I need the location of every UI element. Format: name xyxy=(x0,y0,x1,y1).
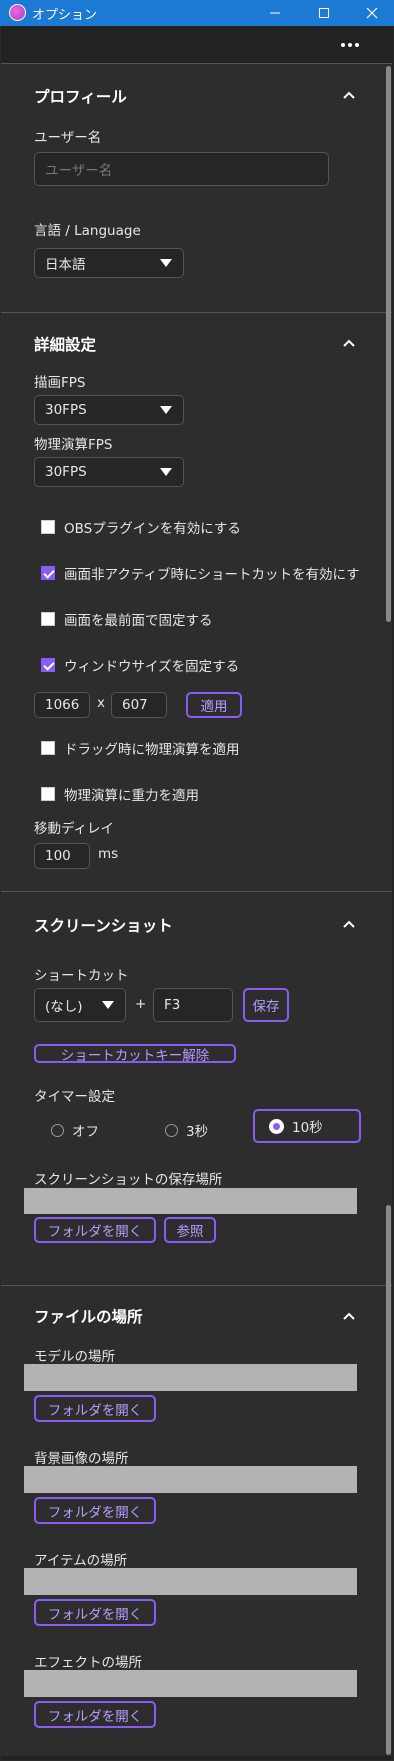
move-delay-input[interactable]: 100 xyxy=(34,843,90,869)
checkbox-label: ウィンドウサイズを固定する xyxy=(64,659,240,675)
physics-fps-label: 物理演算FPS xyxy=(34,437,113,453)
checkbox-label: ドラッグ時に物理演算を適用 xyxy=(64,742,240,758)
fix-window-size-checkbox[interactable]: ウィンドウサイズを固定する xyxy=(41,655,239,675)
item-location-field[interactable] xyxy=(24,1568,357,1595)
advanced-title: 詳細設定 xyxy=(34,336,97,354)
collapse-chevron-icon[interactable] xyxy=(342,919,356,929)
background-location-label: 背景画像の場所 xyxy=(34,1451,129,1467)
open-model-folder-button[interactable]: フォルダを開く xyxy=(34,1395,156,1422)
maximize-button[interactable] xyxy=(302,0,346,26)
timer-3s-radio[interactable]: 3秒 xyxy=(165,1120,208,1140)
physics-fps-value: 30FPS xyxy=(45,464,87,480)
app-logo-icon xyxy=(9,4,26,21)
move-delay-unit: ms xyxy=(98,846,119,862)
modifier-value: (なし) xyxy=(45,999,83,1015)
inactive-shortcut-checkbox[interactable]: 画面非アクティブ時にショートカットを有効にす xyxy=(41,563,361,583)
file-locations-section: ファイルの場所 モデルの場所 フォルダを開く 背景画像の場所 フォルダを開く ア… xyxy=(1,1285,392,1756)
shortcut-key-input[interactable]: F3 xyxy=(153,988,233,1022)
model-location-field[interactable] xyxy=(24,1364,357,1391)
timer-label: タイマー設定 xyxy=(34,1089,115,1105)
shortcut-label: ショートカット xyxy=(34,968,129,984)
dropdown-arrow-icon xyxy=(160,406,172,414)
checkbox-checked-icon xyxy=(41,566,55,580)
collapse-chevron-icon[interactable] xyxy=(342,1311,356,1321)
title-bar: オプション xyxy=(0,0,394,26)
username-label: ユーザー名 xyxy=(34,130,102,146)
move-delay-label: 移動ディレイ xyxy=(34,821,115,837)
maximize-icon xyxy=(319,8,329,18)
apply-size-button[interactable]: 適用 xyxy=(186,692,242,718)
collapse-chevron-icon[interactable] xyxy=(342,90,356,100)
radio-label: 3秒 xyxy=(186,1124,209,1140)
screenshot-location-field[interactable] xyxy=(24,1188,357,1214)
checkbox-checked-icon xyxy=(41,658,55,672)
physics-fps-select[interactable]: 30FPS xyxy=(34,457,184,487)
profile-title: プロフィール xyxy=(34,88,127,106)
more-dots-icon xyxy=(341,43,345,47)
model-location-label: モデルの場所 xyxy=(34,1349,115,1365)
always-on-top-checkbox[interactable]: 画面を最前面で固定する xyxy=(41,609,213,629)
effect-location-label: エフェクトの場所 xyxy=(34,1655,142,1671)
timer-10s-radio[interactable]: 10秒 xyxy=(253,1109,361,1143)
effect-location-field[interactable] xyxy=(24,1670,357,1697)
open-effect-folder-button[interactable]: フォルダを開く xyxy=(34,1701,156,1728)
window-title: オプション xyxy=(32,8,98,23)
checkbox-icon xyxy=(41,787,55,801)
close-icon xyxy=(366,7,378,19)
screenshot-location-label: スクリーンショットの保存場所 xyxy=(34,1172,223,1188)
radio-icon xyxy=(51,1123,64,1137)
modifier-select[interactable]: (なし) xyxy=(34,988,126,1022)
dropdown-arrow-icon xyxy=(102,1001,114,1009)
scrollbar-thumb[interactable] xyxy=(386,66,391,622)
plus-sign: + xyxy=(135,996,147,1012)
save-shortcut-button[interactable]: 保存 xyxy=(243,988,289,1022)
open-background-folder-button[interactable]: フォルダを開く xyxy=(34,1497,156,1524)
scrollbar-thumb-lower[interactable] xyxy=(386,1205,391,1755)
drag-physics-checkbox[interactable]: ドラッグ時に物理演算を適用 xyxy=(41,738,240,758)
language-value: 日本語 xyxy=(45,257,86,273)
checkbox-label: 物理演算に重力を適用 xyxy=(64,788,199,804)
radio-icon xyxy=(165,1123,178,1137)
radio-label: オフ xyxy=(72,1124,99,1140)
collapse-chevron-icon[interactable] xyxy=(342,338,356,348)
open-screenshot-folder-button[interactable]: フォルダを開く xyxy=(34,1217,156,1243)
close-button[interactable] xyxy=(350,0,394,26)
render-fps-select[interactable]: 30FPS xyxy=(34,395,184,425)
item-location-label: アイテムの場所 xyxy=(34,1553,128,1569)
advanced-section: 詳細設定 描画FPS 30FPS 物理演算FPS 30FPS OBSプラグインを… xyxy=(1,312,392,891)
profile-section: プロフィール ユーザー名 ユーザー名 言語 / Language 日本語 xyxy=(1,63,392,312)
window-width-input[interactable]: 1066 xyxy=(34,692,90,718)
username-input[interactable]: ユーザー名 xyxy=(34,152,329,186)
open-item-folder-button[interactable]: フォルダを開く xyxy=(34,1599,156,1626)
dropdown-arrow-icon xyxy=(160,259,172,267)
timer-off-radio[interactable]: オフ xyxy=(51,1120,99,1140)
minimize-icon xyxy=(270,12,280,14)
dropdown-arrow-icon xyxy=(160,468,172,476)
checkbox-label: 画面非アクティブ時にショートカットを有効にす xyxy=(64,567,360,583)
checkbox-label: 画面を最前面で固定する xyxy=(64,613,213,629)
obs-plugin-checkbox[interactable]: OBSプラグインを有効にする xyxy=(41,517,241,537)
checkbox-icon xyxy=(41,741,55,755)
background-location-field[interactable] xyxy=(24,1466,357,1493)
screenshot-title: スクリーンショット xyxy=(34,917,173,935)
files-title: ファイルの場所 xyxy=(34,1308,143,1326)
more-options-button[interactable] xyxy=(330,33,370,57)
render-fps-label: 描画FPS xyxy=(34,375,86,391)
screenshot-section: スクリーンショット ショートカット (なし) + F3 保存 ショートカットキー… xyxy=(1,891,392,1285)
clear-shortcut-button[interactable]: ショートカットキー解除 xyxy=(34,1044,236,1064)
gravity-checkbox[interactable]: 物理演算に重力を適用 xyxy=(41,784,199,804)
radio-selected-icon xyxy=(269,1118,284,1134)
language-select[interactable]: 日本語 xyxy=(34,248,184,278)
render-fps-value: 30FPS xyxy=(45,402,87,418)
window-height-input[interactable]: 607 xyxy=(111,692,167,718)
minimize-button[interactable] xyxy=(253,0,297,26)
radio-label: 10秒 xyxy=(292,1120,323,1136)
times-sign: x xyxy=(97,695,105,711)
checkbox-icon xyxy=(41,520,55,534)
checkbox-label: OBSプラグインを有効にする xyxy=(64,521,241,537)
checkbox-icon xyxy=(41,612,55,626)
browse-button[interactable]: 参照 xyxy=(164,1217,216,1243)
language-label: 言語 / Language xyxy=(34,223,141,239)
